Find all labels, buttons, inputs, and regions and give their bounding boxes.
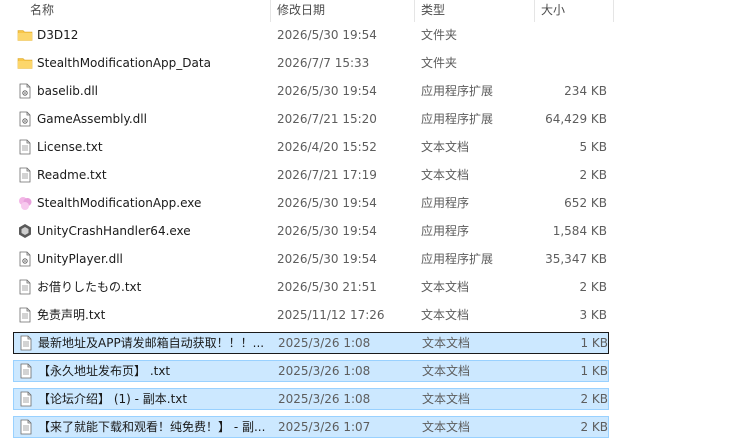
column-name-header[interactable]: 名称 [30,0,54,22]
file-row[interactable]: Readme.txt 2026/7/21 17:19 文本文档 2 KB [13,164,609,186]
column-divider[interactable] [270,0,271,22]
file-name: 【来了就能下载和观看！纯免费！】 - 副... [38,420,266,434]
folder-icon [17,27,33,43]
file-row[interactable]: 最新地址及APP请发邮箱自动获取！！！... 2025/3/26 1:08 文本文档… [13,332,609,354]
file-size [533,52,607,74]
file-date: 2025/11/12 17:26 [277,308,385,322]
file-name: 免责声明.txt [37,308,106,322]
file-size: 2 KB [580,392,608,406]
column-date-header[interactable]: 修改日期 [277,0,325,22]
file-type: 文本文档 [421,168,470,182]
file-date: 2026/5/30 19:54 [277,196,377,210]
file-row[interactable]: お借りしたもの.txt 2026/5/30 21:51 文本文档 2 KB [13,276,609,298]
file-size: 35,347 KB [545,252,607,266]
file-type: 文本文档 [422,364,471,378]
column-divider[interactable] [414,0,415,22]
app-exe-icon [17,195,33,211]
file-type: 文本文档 [422,336,471,350]
file-type: 文本文档 [421,280,470,294]
file-row[interactable]: StealthModificationApp_Data 2026/7/7 15:3… [13,52,609,74]
file-name: UnityPlayer.dll [37,252,123,266]
file-row[interactable]: UnityCrashHandler64.exe 2026/5/30 19:54 应用… [13,220,609,242]
file-row[interactable]: StealthModificationApp.exe 2026/5/30 19:5… [13,192,609,214]
file-date: 2026/5/30 21:51 [277,280,377,294]
file-date: 2026/5/30 19:54 [277,84,377,98]
column-divider[interactable] [613,0,614,22]
file-type: 文件夹 [421,56,458,70]
file-date: 2026/5/30 19:54 [277,28,377,42]
file-row[interactable]: 免责声明.txt 2025/11/12 17:26 文本文档 3 KB [13,304,609,326]
file-date: 2026/7/21 17:19 [277,168,377,182]
file-row[interactable]: License.txt 2026/4/20 15:52 文本文档 5 KB [13,136,609,158]
file-name: StealthModificationApp_Data [37,56,211,70]
file-size: 3 KB [579,308,607,322]
file-size: 1 KB [580,364,608,378]
file-type: 应用程序扩展 [421,84,494,98]
file-date: 2025/3/26 1:08 [278,336,371,350]
file-size: 234 KB [564,84,607,98]
file-size: 2 KB [579,168,607,182]
file-date: 2026/4/20 15:52 [277,140,377,154]
dll-file-icon [17,251,33,267]
file-row[interactable]: D3D12 2026/5/30 19:54 文件夹 [13,24,609,46]
file-size: 2 KB [579,280,607,294]
file-date: 2025/3/26 1:07 [278,420,371,434]
file-name: Readme.txt [37,168,107,182]
file-row[interactable]: UnityPlayer.dll 2026/5/30 19:54 应用程序扩展 35,3… [13,248,609,270]
file-size [533,24,607,46]
file-size: 2 KB [580,420,608,434]
file-date: 2025/3/26 1:08 [278,364,371,378]
column-divider[interactable] [534,0,535,22]
file-row[interactable]: 【论坛介绍】 (1) - 副本.txt 2025/3/26 1:08 文本文档 2 K… [13,388,609,410]
file-date: 2026/7/7 15:33 [277,56,370,70]
file-name: D3D12 [37,28,79,42]
file-row[interactable]: 【来了就能下载和观看！纯免费！】 - 副... 2025/3/26 1:07 文本文… [13,416,609,438]
file-type: 应用程序 [421,224,470,238]
file-type: 应用程序扩展 [421,252,494,266]
dll-file-icon [17,83,33,99]
file-size: 5 KB [579,140,607,154]
file-name: License.txt [37,140,103,154]
file-type: 应用程序扩展 [421,112,494,126]
column-type-header[interactable]: 类型 [421,0,445,22]
text-file-icon [18,335,34,351]
text-file-icon [18,391,34,407]
file-type: 文件夹 [421,28,458,42]
file-date: 2026/5/30 19:54 [277,252,377,266]
file-date: 2026/5/30 19:54 [277,224,377,238]
file-type: 文本文档 [421,140,470,154]
file-row[interactable]: 【永久地址发布页】 .txt 2025/3/26 1:08 文本文档 1 KB [13,360,609,382]
column-size-header[interactable]: 大小 [541,0,565,22]
file-type: 文本文档 [421,308,470,322]
text-file-icon [17,167,33,183]
file-name: 【论坛介绍】 (1) - 副本.txt [38,392,188,406]
column-header: 名称 修改日期 类型 大小 [0,0,748,22]
text-file-icon [18,363,34,379]
file-size: 652 KB [564,196,607,210]
file-date: 2026/7/21 15:20 [277,112,377,126]
file-type: 应用程序 [421,196,470,210]
file-name: 最新地址及APP请发邮箱自动获取！！！... [38,336,265,350]
file-row[interactable]: baselib.dll 2026/5/30 19:54 应用程序扩展 234 KB [13,80,609,102]
folder-icon [17,55,33,71]
file-type: 文本文档 [422,420,471,434]
file-name: baselib.dll [37,84,98,98]
unity-exe-icon [17,223,33,239]
file-name: StealthModificationApp.exe [37,196,202,210]
file-row[interactable]: GameAssembly.dll 2026/7/21 15:20 应用程序扩展 64,… [13,108,609,130]
text-file-icon [17,279,33,295]
file-size: 1 KB [580,336,608,350]
text-file-icon [18,419,34,435]
text-file-icon [17,139,33,155]
file-name: お借りしたもの.txt [37,280,142,294]
dll-file-icon [17,111,33,127]
file-name: GameAssembly.dll [37,112,147,126]
file-date: 2025/3/26 1:08 [278,392,371,406]
file-name: UnityCrashHandler64.exe [37,224,191,238]
file-size: 1,584 KB [552,224,607,238]
file-name: 【永久地址发布页】 .txt [38,364,171,378]
text-file-icon [17,307,33,323]
file-type: 文本文档 [422,392,471,406]
file-size: 64,429 KB [545,112,607,126]
